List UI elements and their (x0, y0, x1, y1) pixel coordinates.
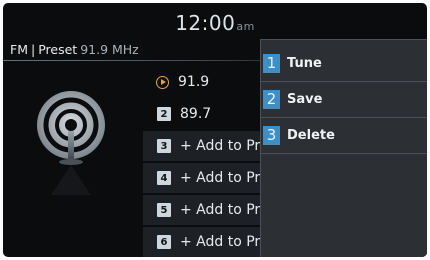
header-separator: | (30, 42, 36, 57)
menu-item-tune[interactable]: 1 Tune (261, 45, 427, 82)
menu-label: Save (287, 91, 323, 107)
clock-ampm: am (236, 20, 255, 33)
preset-label: 91.9 (178, 74, 210, 90)
preset-number: 5 (157, 203, 171, 217)
preset-number: 6 (157, 235, 171, 249)
preset-number: 2 (157, 107, 171, 121)
source-header: FM | Preset 91.9 MHz (10, 42, 139, 57)
context-menu: 1 Tune 2 Save 3 Delete (260, 39, 427, 257)
menu-number: 3 (263, 125, 280, 145)
frequency-label: 91.9 MHz (80, 42, 139, 57)
menu-item-save[interactable]: 2 Save (261, 81, 427, 118)
preset-label: 89.7 (180, 106, 212, 122)
radio-antenna-icon (37, 91, 105, 195)
clock-time: 12:00 (175, 11, 236, 35)
menu-item-delete[interactable]: 3 Delete (261, 117, 427, 154)
clock: 12:00am (3, 11, 427, 35)
menu-number: 2 (263, 89, 280, 109)
preset-number: 3 (157, 139, 171, 153)
mode-label: Preset (38, 42, 78, 57)
band-label: FM (10, 42, 28, 57)
playing-icon (156, 75, 169, 89)
menu-label: Delete (287, 127, 335, 143)
preset-number: 4 (157, 171, 171, 185)
header-divider (3, 60, 275, 61)
menu-number: 1 (263, 53, 280, 73)
menu-label: Tune (287, 55, 322, 71)
radio-screen: 12:00am FM | Preset 91.9 MHz 91.9 2 89.7… (3, 3, 427, 257)
